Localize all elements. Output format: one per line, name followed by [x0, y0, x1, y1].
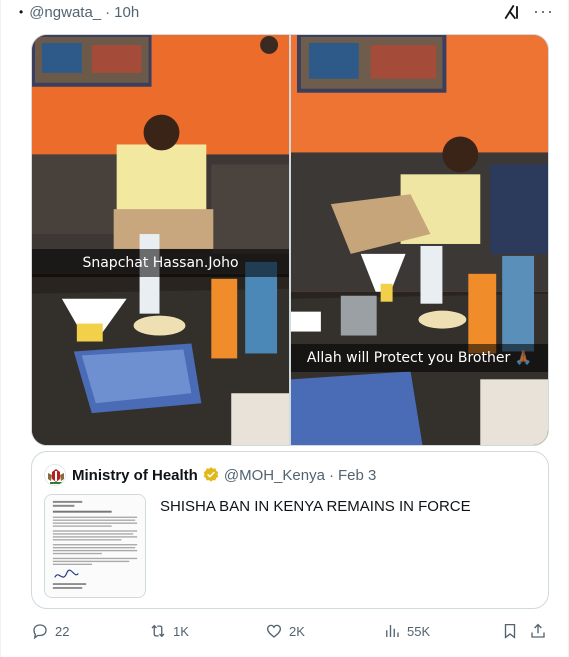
bookmark-icon	[504, 623, 516, 639]
quoted-document-thumbnail[interactable]	[44, 494, 146, 598]
quoted-date[interactable]: Feb 3	[338, 467, 376, 484]
photo-right-caption: Allah will Protect you Brother 🙏🏾	[291, 344, 548, 372]
header-separator: ·	[105, 3, 111, 21]
media-grid: Snapchat Hassan.Joho Allah will Protect …	[31, 34, 549, 446]
quoted-author-name[interactable]: Ministry of Health	[72, 467, 198, 484]
quoted-tweet-text: SHISHA BAN IN KENYA REMAINS IN FORCE	[160, 498, 471, 515]
reply-count: 22	[55, 623, 70, 639]
photo-right-image	[291, 35, 548, 445]
quoted-separator: ·	[328, 466, 334, 484]
reply-icon	[33, 624, 47, 640]
reply-button[interactable]: 22	[31, 620, 69, 642]
bullet: •	[19, 5, 24, 19]
tweet-header: • @ngwata_ · 10h ···	[19, 0, 554, 24]
photo-right[interactable]: Allah will Protect you Brother 🙏🏾	[291, 35, 548, 445]
gold-verified-badge-icon	[203, 467, 219, 482]
share-button[interactable]	[529, 620, 547, 642]
grok-icon[interactable]	[502, 2, 522, 22]
views-button[interactable]: 55K	[383, 620, 430, 642]
quoted-author-handle[interactable]: @MOH_Kenya	[224, 467, 325, 484]
post-time[interactable]: 10h	[114, 4, 139, 21]
coat-of-arms-icon	[45, 465, 65, 485]
analytics-icon	[386, 625, 399, 637]
photo-right-caption-text: Allah will Protect you Brother 🙏🏾	[306, 350, 533, 366]
action-bar: 22 1K 2K 55K	[31, 620, 549, 642]
share-icon	[531, 623, 545, 638]
retweet-button[interactable]: 1K	[149, 620, 189, 642]
ministry-avatar[interactable]	[44, 464, 66, 486]
document-page-image	[45, 495, 145, 597]
photo-left-image	[32, 35, 289, 445]
more-options-icon[interactable]: ···	[533, 0, 554, 22]
photo-left-caption-text: Snapchat Hassan.Joho	[82, 255, 239, 271]
quoted-tweet-header: Ministry of Health @MOH_Kenya · Feb 3	[44, 464, 376, 486]
photo-left[interactable]: Snapchat Hassan.Joho	[32, 35, 289, 445]
retweet-icon	[151, 624, 165, 638]
quoted-tweet[interactable]: Ministry of Health @MOH_Kenya · Feb 3 SH…	[31, 451, 549, 609]
view-count: 55K	[407, 623, 431, 639]
bookmark-button[interactable]	[501, 620, 519, 642]
retweet-count: 1K	[173, 623, 189, 639]
like-button[interactable]: 2K	[265, 620, 305, 642]
photo-left-caption: Snapchat Hassan.Joho	[32, 249, 289, 277]
heart-icon	[266, 624, 282, 638]
like-count: 2K	[289, 623, 305, 639]
tweet: • @ngwata_ · 10h ··· Snapchat Hassan.Joh…	[0, 0, 569, 657]
author-handle[interactable]: @ngwata_	[29, 4, 101, 21]
